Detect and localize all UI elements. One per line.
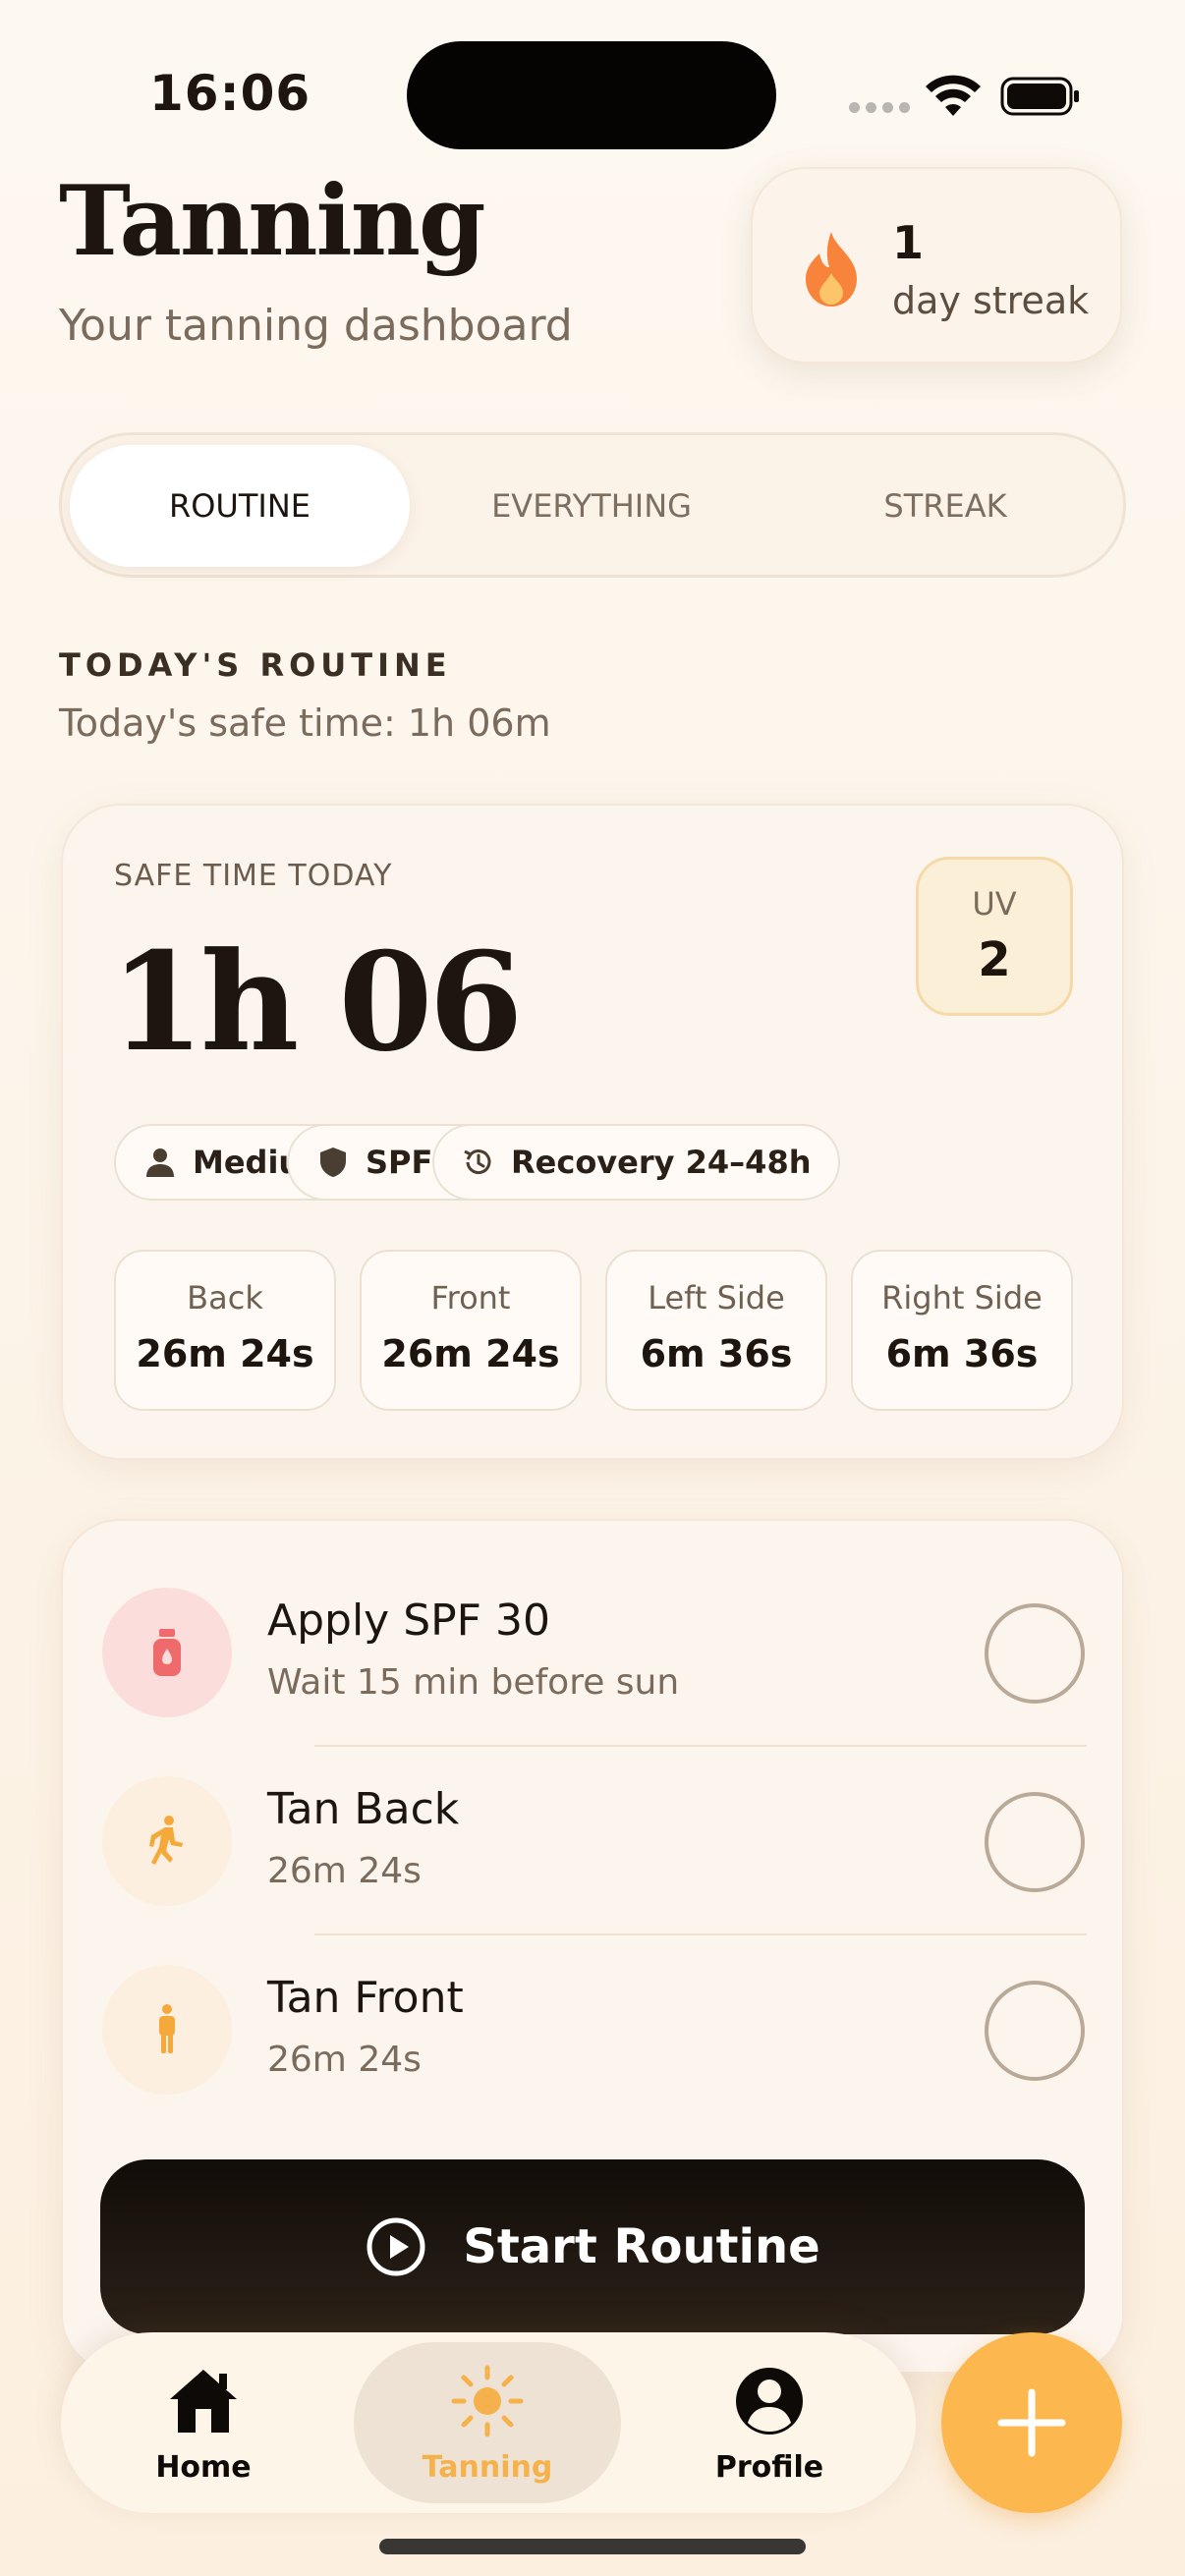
nav-tanning[interactable]: Tanning bbox=[354, 2342, 621, 2503]
list-item[interactable]: Tan Front 26m 24s bbox=[63, 1898, 1126, 2095]
safe-time-value: 1h 06 bbox=[110, 922, 523, 1082]
recovery-pill: Recovery 24–48h bbox=[432, 1124, 841, 1201]
add-button[interactable] bbox=[941, 2332, 1122, 2513]
bottom-navigation: Home Tanning Profile bbox=[61, 2332, 916, 2513]
nav-profile[interactable]: Profile bbox=[666, 2342, 873, 2503]
body-part-time: 6m 36s bbox=[885, 1332, 1039, 1375]
walking-person-icon bbox=[149, 1816, 183, 1865]
flame-icon bbox=[806, 232, 857, 307]
body-part-left-side: Left Side 6m 36s bbox=[605, 1250, 827, 1411]
body-part-time: 26m 24s bbox=[136, 1332, 314, 1375]
step-subtitle: 26m 24s bbox=[267, 2040, 422, 2080]
streak-label: day streak bbox=[892, 279, 1090, 322]
wifi-icon bbox=[926, 75, 981, 116]
plus-icon bbox=[997, 2388, 1066, 2457]
dynamic-island bbox=[407, 41, 776, 149]
step-icon-bg bbox=[102, 1776, 232, 1906]
recovery-label: Recovery 24–48h bbox=[511, 1144, 812, 1181]
nav-home-label: Home bbox=[155, 2449, 252, 2485]
house-icon bbox=[170, 2369, 237, 2433]
uv-index-badge: UV 2 bbox=[916, 857, 1073, 1016]
section-subtitle: Today's safe time: 1h 06m bbox=[59, 701, 551, 745]
segmented-tabs: ROUTINE EVERYTHING STREAK bbox=[59, 432, 1126, 578]
streak-card[interactable]: 1 day streak bbox=[751, 167, 1122, 364]
step-icon-bg bbox=[102, 1965, 232, 2095]
page-title: Tanning bbox=[59, 165, 486, 278]
body-part-front: Front 26m 24s bbox=[360, 1250, 582, 1411]
step-checkbox[interactable] bbox=[985, 1981, 1085, 2081]
safe-time-label: SAFE TIME TODAY bbox=[114, 859, 393, 893]
list-item[interactable]: Tan Back 26m 24s bbox=[63, 1709, 1126, 1906]
play-circle-icon bbox=[367, 2217, 425, 2276]
nav-profile-label: Profile bbox=[714, 2449, 824, 2485]
body-part-name: Back bbox=[187, 1279, 263, 1316]
profile-icon bbox=[736, 2367, 803, 2435]
step-checkbox[interactable] bbox=[985, 1603, 1085, 1704]
step-title: Tan Back bbox=[267, 1784, 460, 1834]
standing-person-icon bbox=[159, 2004, 175, 2053]
list-item[interactable]: Apply SPF 30 Wait 15 min before sun bbox=[63, 1521, 1126, 1717]
step-title: Tan Front bbox=[267, 1973, 464, 2023]
body-part-time: 6m 36s bbox=[640, 1332, 793, 1375]
home-indicator[interactable] bbox=[379, 2539, 806, 2554]
step-subtitle: 26m 24s bbox=[267, 1851, 422, 1891]
tab-routine[interactable]: ROUTINE bbox=[70, 445, 410, 567]
page-subtitle: Your tanning dashboard bbox=[59, 301, 573, 351]
sun-icon bbox=[451, 2365, 524, 2436]
step-checkbox[interactable] bbox=[985, 1792, 1085, 1892]
shield-icon bbox=[320, 1148, 346, 1177]
uv-label: UV bbox=[972, 885, 1017, 923]
body-part-back: Back 26m 24s bbox=[114, 1250, 336, 1411]
cellular-signal-icon bbox=[849, 102, 910, 113]
status-time: 16:06 bbox=[149, 65, 311, 122]
battery-icon bbox=[1000, 77, 1079, 116]
history-icon bbox=[464, 1149, 491, 1175]
safe-time-card: SAFE TIME TODAY 1h 06 UV 2 Medium SPF 30… bbox=[61, 804, 1124, 1460]
start-routine-label: Start Routine bbox=[463, 2219, 820, 2274]
body-part-name: Left Side bbox=[648, 1279, 785, 1316]
step-subtitle: Wait 15 min before sun bbox=[267, 1662, 680, 1703]
body-part-name: Front bbox=[430, 1279, 511, 1316]
body-part-time: 26m 24s bbox=[381, 1332, 560, 1375]
tab-streak[interactable]: STREAK bbox=[775, 445, 1115, 567]
start-routine-button[interactable]: Start Routine bbox=[100, 2159, 1085, 2334]
nav-tanning-label: Tanning bbox=[422, 2449, 553, 2485]
uv-value: 2 bbox=[978, 932, 1011, 987]
body-part-name: Right Side bbox=[881, 1279, 1043, 1316]
sunscreen-bottle-icon bbox=[153, 1629, 181, 1676]
person-icon bbox=[146, 1148, 174, 1177]
body-part-right-side: Right Side 6m 36s bbox=[851, 1250, 1073, 1411]
nav-home[interactable]: Home bbox=[100, 2342, 307, 2503]
tab-everything[interactable]: EVERYTHING bbox=[422, 445, 762, 567]
streak-count: 1 bbox=[892, 216, 925, 269]
step-title: Apply SPF 30 bbox=[267, 1596, 550, 1646]
step-icon-bg bbox=[102, 1588, 232, 1717]
section-title: TODAY'S ROUTINE bbox=[59, 646, 452, 684]
